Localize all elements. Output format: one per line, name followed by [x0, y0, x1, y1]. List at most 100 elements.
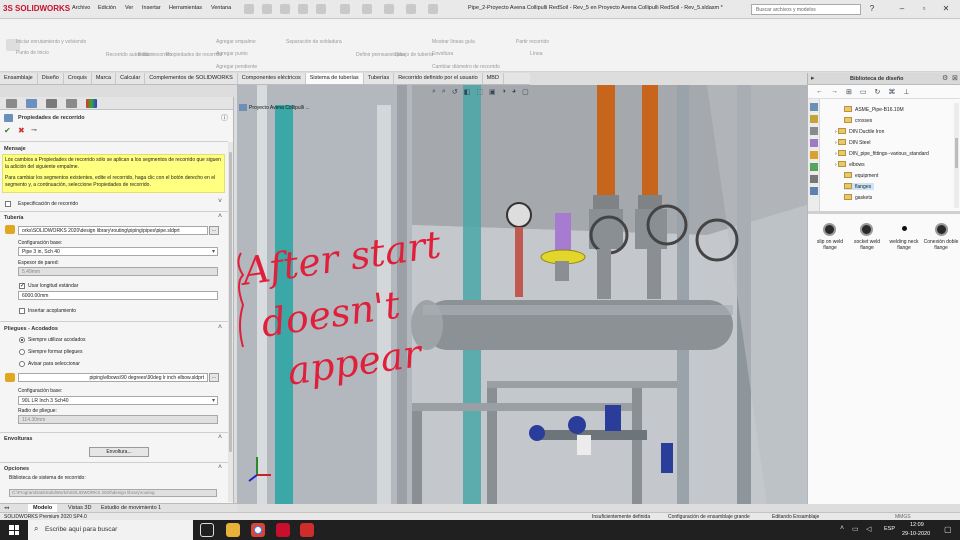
ribbon-lineas-guia[interactable]: Mostrar líneas guía — [432, 39, 475, 45]
restore-icon[interactable]: ▫ — [918, 3, 930, 15]
biblioteca-path-field[interactable]: C:\ProgramData\SolidWorks\SOLIDWORKS 202… — [9, 489, 217, 497]
slip-on-flange-thumbnail[interactable] — [823, 223, 836, 236]
tab-mbd[interactable]: MBD — [483, 73, 504, 84]
help-icon[interactable]: ⓘ — [221, 113, 228, 123]
settings-icon[interactable]: ⚙ — [942, 74, 948, 82]
longitud-field[interactable]: 6000.00mm — [18, 291, 218, 300]
scene-icon[interactable]: ▢ — [522, 88, 529, 98]
menu-ver[interactable]: Ver — [125, 5, 133, 11]
socket-weld-flange-thumbnail[interactable] — [860, 223, 873, 236]
home-icon[interactable] — [262, 4, 272, 14]
config2-select[interactable]: 90L LR Inch 3 Sch40 — [18, 396, 218, 405]
pm-scrollbar[interactable] — [228, 142, 233, 502]
previous-view-icon[interactable]: ↺ — [452, 88, 458, 98]
elbow-path-field[interactable]: piping\elbows\90 degrees\90deg lr inch e… — [18, 373, 208, 382]
menu-ventana[interactable]: Ventana — [211, 5, 231, 11]
select-icon[interactable] — [384, 4, 394, 14]
tab-sistema-tuberias[interactable]: Sistema de tuberías — [305, 73, 364, 84]
usar-longitud-checkbox[interactable]: ✓ — [19, 283, 25, 289]
configuration-tab-icon[interactable] — [46, 99, 57, 108]
tab-diseno[interactable]: Diseño — [38, 73, 64, 84]
menu-herramientas[interactable]: Herramientas — [169, 5, 202, 11]
cancel-icon[interactable]: ✖ — [18, 126, 25, 135]
back-icon[interactable]: ← — [816, 88, 823, 95]
windows-start-icon[interactable] — [9, 525, 19, 535]
custom-properties-tab-icon[interactable] — [810, 163, 818, 171]
language-indicator[interactable]: ESP — [884, 526, 895, 532]
print-icon[interactable] — [340, 4, 350, 14]
tree-item-crosses[interactable]: crosses — [844, 117, 872, 124]
help-icon[interactable]: ? — [866, 3, 878, 15]
tray-arrow-icon[interactable]: ˄ — [840, 525, 844, 532]
solidworks-taskbar-icon[interactable] — [276, 523, 290, 537]
clock-time[interactable]: 12:09 — [910, 522, 924, 528]
config-select[interactable]: Pipe 3 in, Sch 40 — [18, 247, 218, 256]
rebuild-icon[interactable] — [406, 4, 416, 14]
collapse-icon[interactable]: ˅ — [218, 198, 222, 205]
ribbon-envoltura[interactable]: Envoltura — [432, 51, 453, 57]
ribbon-cambiar-diametro[interactable]: Cambiar diámetro de recorrido — [432, 64, 500, 70]
ribbon-propiedades[interactable]: Propiedades de recorrido — [166, 52, 222, 58]
collapse-icon[interactable]: ˄ — [218, 434, 222, 441]
zoom-area-icon[interactable]: ⌕ — [442, 88, 446, 98]
acrobat-icon[interactable] — [300, 523, 314, 537]
design-library-tab-icon[interactable] — [810, 115, 818, 123]
ribbon-agregar-empalme[interactable]: Agregar empalme — [216, 39, 256, 45]
search-input[interactable]: Buscar archivos y modelos — [751, 4, 861, 15]
radio-siempre-pliegues[interactable] — [19, 349, 25, 355]
tab-tuberias[interactable]: Tuberías — [364, 73, 395, 84]
tab-ensamblaje[interactable]: Ensamblaje — [0, 73, 38, 84]
appearances-tab-icon[interactable] — [810, 151, 818, 159]
route-start-pipe[interactable] — [555, 213, 571, 251]
minimize-icon[interactable]: – — [896, 3, 908, 15]
menu-insertar[interactable]: Insertar — [142, 5, 161, 11]
tab-estudio-movimiento[interactable]: Estudio de movimiento 1 — [101, 505, 161, 511]
resources-tab-icon[interactable] — [810, 103, 818, 111]
pushpin-icon[interactable]: ⊸ — [31, 126, 37, 134]
tab-vistas-3d[interactable]: Vistas 3D — [68, 505, 91, 511]
tab-croquis[interactable]: Croquis — [64, 73, 92, 84]
hide-show-icon[interactable]: ◑ — [502, 88, 506, 98]
tree-item-din-fittings[interactable]: › DIN_pipe_fittings--various_standard — [835, 150, 929, 157]
refresh-icon[interactable]: ↻ — [875, 88, 881, 96]
tree-item-equipment[interactable]: equipment — [844, 172, 878, 179]
tree-item-din-ductile[interactable]: › DIN Ductile Iron — [835, 128, 884, 135]
network-icon[interactable]: ▭ — [852, 525, 859, 533]
undo-icon[interactable] — [362, 4, 372, 14]
solidworks-logo[interactable]: 3S SOLIDWORKS — [3, 4, 70, 13]
ribbon-punto-inicio[interactable]: Punto de inicio — [16, 50, 49, 56]
collapse-icon[interactable]: ˄ — [218, 324, 222, 331]
especificacion-checkbox[interactable] — [5, 201, 11, 207]
taskbar-search-box[interactable]: ⌕ Escribe aquí para buscar — [28, 520, 193, 540]
tab-componentes-electricos[interactable]: Componentes eléctricos — [238, 73, 306, 84]
panel-arrow-icon[interactable]: ▸ — [811, 74, 815, 82]
tree-scrollbar[interactable] — [954, 103, 959, 208]
ok-icon[interactable]: ✔ — [4, 126, 11, 135]
tab-modelo[interactable]: Modelo — [28, 504, 58, 512]
featuremanager-tab-icon[interactable] — [6, 99, 17, 108]
pin-icon[interactable] — [244, 4, 254, 14]
menu-archivo[interactable]: Archivo — [72, 5, 90, 11]
tree-item-din-steel[interactable]: › DIN Steel — [835, 139, 870, 146]
insertar-acoplamiento-checkbox[interactable] — [19, 308, 25, 314]
scroll-left-icon[interactable]: ◂◂ — [4, 505, 9, 511]
appearance-tab-icon[interactable] — [86, 99, 97, 108]
envoltura-button[interactable]: Envoltura... — [89, 447, 149, 457]
feature-tree-flyout[interactable]: Proyecto Avena Collipulli ... — [249, 105, 310, 111]
tab-marca[interactable]: Marca — [92, 73, 117, 84]
ribbon-iniciar[interactable]: Iniciar enrutamiento y volviendo — [16, 39, 86, 45]
save-icon[interactable] — [316, 4, 326, 14]
browse-elbow-button[interactable]: ... — [209, 373, 219, 382]
radio-avisar[interactable] — [19, 361, 25, 367]
view-orientation-icon[interactable]: ⬚ — [476, 88, 483, 98]
task-view-icon[interactable] — [200, 523, 214, 537]
panel-close-icon[interactable]: ⊠ — [952, 74, 958, 82]
graphics-area[interactable]: Proyecto Avena Collipulli ... ⌕ ⌕ ↺ ◧ ⬚ … — [237, 85, 807, 504]
ribbon-agregar-pendiente[interactable]: Agregar pendiente — [216, 64, 257, 70]
tab-calcular[interactable]: Calcular — [116, 73, 146, 84]
3dcontent-tab-icon[interactable] — [810, 187, 818, 195]
notifications-icon[interactable]: ▢ — [944, 525, 952, 534]
collapse-icon[interactable]: ˄ — [218, 213, 222, 220]
forward-icon[interactable]: → — [831, 88, 838, 95]
file-explorer-icon[interactable] — [226, 523, 240, 537]
